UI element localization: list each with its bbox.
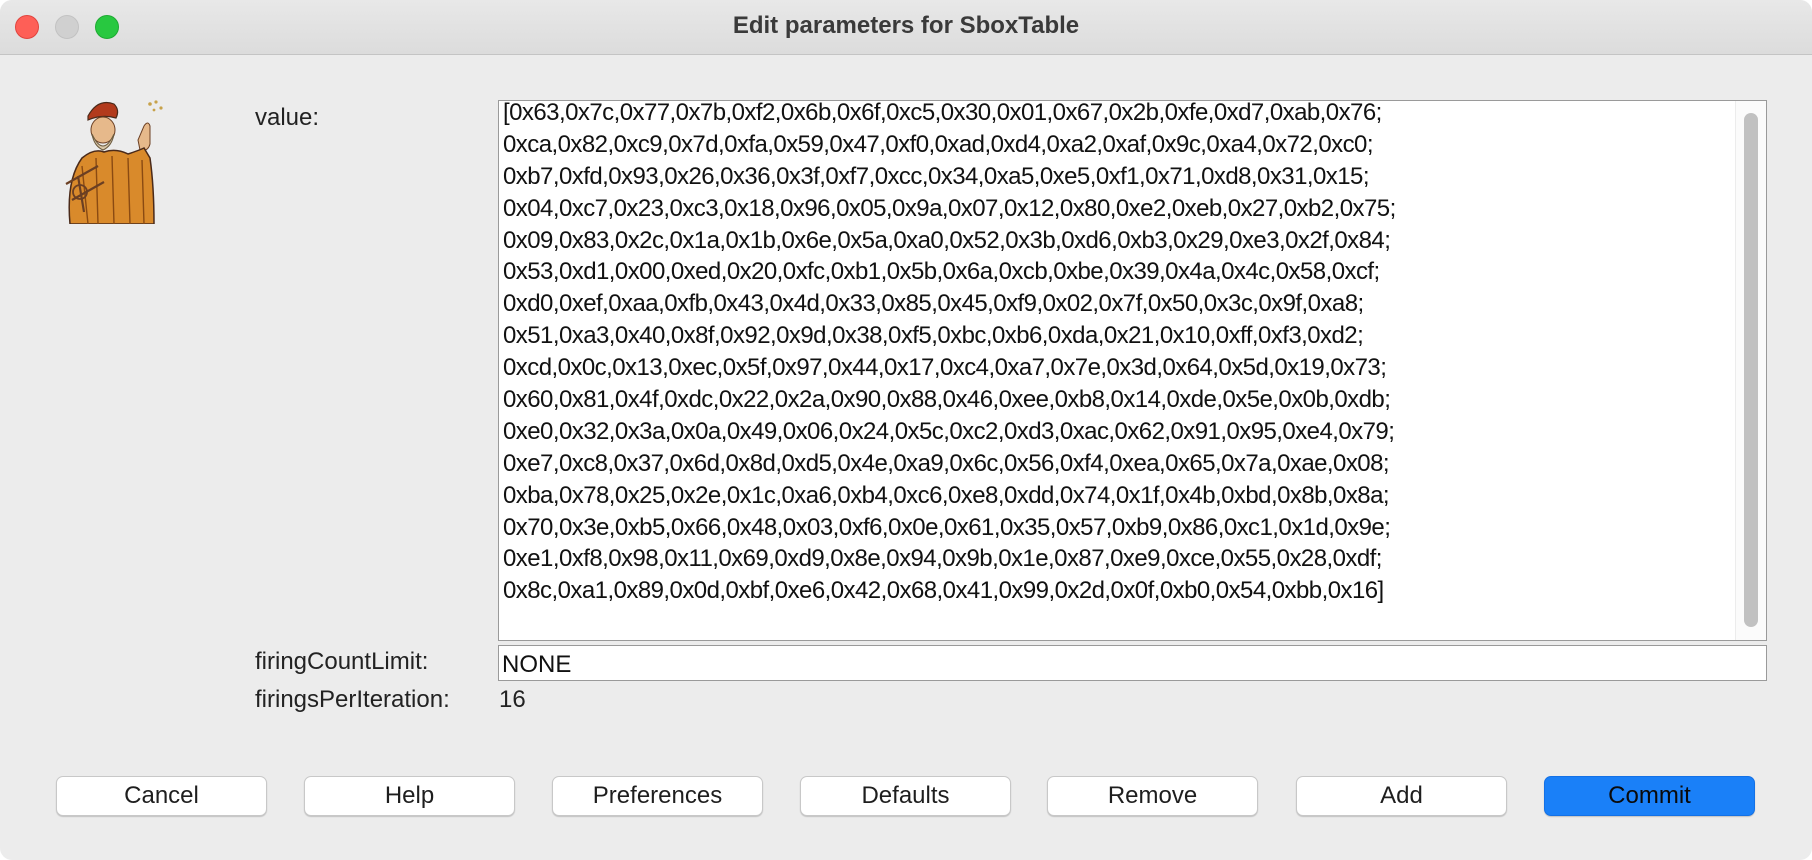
value-line[interactable]: 0xe0,0x32,0x3a,0x0a,0x49,0x06,0x24,0x5c,… <box>503 416 1733 448</box>
value-line[interactable]: [0x63,0x7c,0x77,0x7b,0xf2,0x6b,0x6f,0xc5… <box>503 101 1733 129</box>
value-line[interactable]: 0x60,0x81,0x4f,0xdc,0x22,0x2a,0x90,0x88,… <box>503 384 1733 416</box>
value-textarea[interactable]: [0x63,0x7c,0x77,0x7b,0xf2,0x6b,0x6f,0xc5… <box>498 100 1767 641</box>
value-line[interactable]: 0xcd,0x0c,0x13,0xec,0x5f,0x97,0x44,0x17,… <box>503 352 1733 384</box>
value-line[interactable]: 0xca,0x82,0xc9,0x7d,0xfa,0x59,0x47,0xf0,… <box>503 129 1733 161</box>
value-line[interactable]: 0xe1,0xf8,0x98,0x11,0x69,0xd9,0x8e,0x94,… <box>503 543 1733 575</box>
firings-per-iteration-value: 16 <box>499 686 526 713</box>
firings-per-iteration-label: firingsPerIteration: <box>255 686 450 713</box>
value-text[interactable]: [0x63,0x7c,0x77,0x7b,0xf2,0x6b,0x6f,0xc5… <box>503 101 1733 607</box>
value-line[interactable]: 0xd0,0xef,0xaa,0xfb,0x43,0x4d,0x33,0x85,… <box>503 288 1733 320</box>
value-line[interactable]: 0x70,0x3e,0xb5,0x66,0x48,0x03,0xf6,0x0e,… <box>503 512 1733 544</box>
value-scrollbar[interactable] <box>1735 101 1766 640</box>
value-line[interactable]: 0xb7,0xfd,0x93,0x26,0x36,0x3f,0xf7,0xcc,… <box>503 161 1733 193</box>
value-line[interactable]: 0x04,0xc7,0x23,0xc3,0x18,0x96,0x05,0x9a,… <box>503 193 1733 225</box>
value-line[interactable]: 0xe7,0xc8,0x37,0x6d,0x8d,0xd5,0x4e,0xa9,… <box>503 448 1733 480</box>
value-line[interactable]: 0xba,0x78,0x25,0x2e,0x1c,0xa6,0xb4,0xc6,… <box>503 480 1733 512</box>
firing-count-limit-label: firingCountLimit: <box>255 648 429 675</box>
value-label: value: <box>255 104 320 131</box>
value-line[interactable]: 0x09,0x83,0x2c,0x1a,0x1b,0x6e,0x5a,0xa0,… <box>503 225 1733 257</box>
window-title: Edit parameters for SboxTable <box>732 12 1080 39</box>
add-button[interactable]: Add <box>1296 776 1507 816</box>
preferences-button[interactable]: Preferences <box>552 776 763 816</box>
value-line[interactable]: 0x53,0xd1,0x00,0xed,0x20,0xfc,0xb1,0x5b,… <box>503 256 1733 288</box>
firing-count-limit-input[interactable] <box>498 645 1767 681</box>
value-line[interactable]: 0x51,0xa3,0x40,0x8f,0x92,0x9d,0x38,0xf5,… <box>503 320 1733 352</box>
commit-button[interactable]: Commit <box>1544 776 1755 816</box>
defaults-button[interactable]: Defaults <box>800 776 1011 816</box>
cancel-button[interactable]: Cancel <box>56 776 267 816</box>
remove-button[interactable]: Remove <box>1047 776 1258 816</box>
value-line[interactable]: 0x8c,0xa1,0x89,0x0d,0xbf,0xe6,0x42,0x68,… <box>503 575 1733 607</box>
title-bar: Edit parameters for SboxTable <box>0 0 1812 55</box>
dialog-window: Edit parameters for SboxTable value: [0x… <box>0 0 1812 860</box>
help-button[interactable]: Help <box>304 776 515 816</box>
astronomer-portrait-icon <box>65 100 163 224</box>
value-scrollbar-thumb[interactable] <box>1744 113 1758 627</box>
